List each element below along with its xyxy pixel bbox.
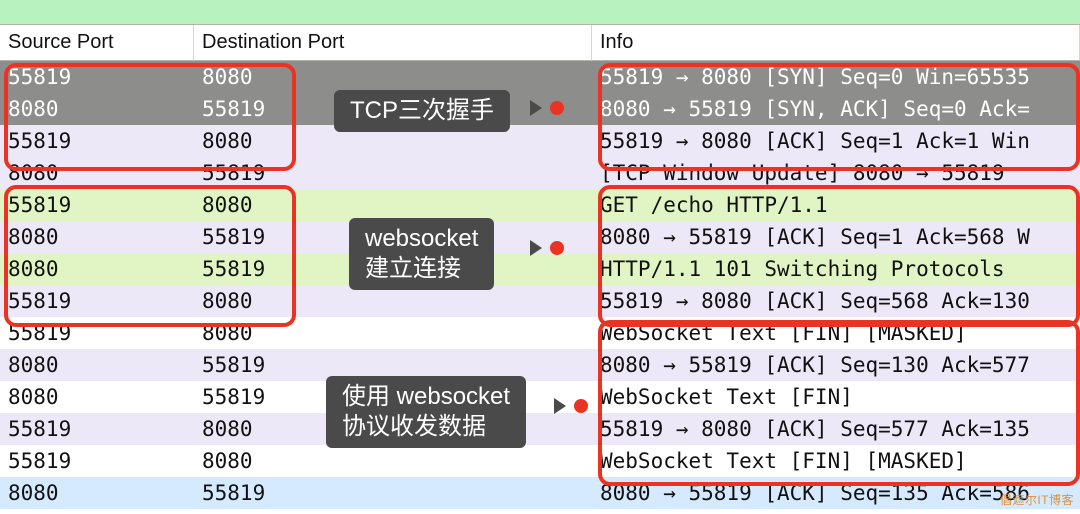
table-row[interactable]: 558198080WebSocket Text [FIN] [MASKED] (0, 317, 1080, 349)
header-source-port[interactable]: Source Port (0, 25, 194, 61)
table-row[interactable]: 8080558198080 → 55819 [ACK] Seq=135 Ack=… (0, 477, 1080, 509)
cell-info: 8080 → 55819 [SYN, ACK] Seq=0 Ack= (592, 93, 1080, 125)
cell-source-port: 8080 (0, 477, 194, 509)
cell-source-port: 8080 (0, 157, 194, 189)
cell-info: GET /echo HTTP/1.1 (592, 189, 1080, 221)
table-row[interactable]: 558198080WebSocket Text [FIN] [MASKED] (0, 445, 1080, 477)
filter-bar (0, 0, 1080, 25)
header-info[interactable]: Info (592, 25, 1080, 61)
table-row[interactable]: 55819808055819 → 8080 [ACK] Seq=1 Ack=1 … (0, 125, 1080, 157)
cell-info: 55819 → 8080 [ACK] Seq=568 Ack=130 (592, 285, 1080, 317)
cell-source-port: 8080 (0, 221, 194, 253)
cell-source-port: 8080 (0, 381, 194, 413)
cell-source-port: 8080 (0, 349, 194, 381)
cell-info: WebSocket Text [FIN] [MASKED] (592, 317, 1080, 349)
table-row[interactable]: 55819808055819 → 8080 [ACK] Seq=577 Ack=… (0, 413, 1080, 445)
cell-info: 55819 → 8080 [ACK] Seq=577 Ack=135 (592, 413, 1080, 445)
cell-info: WebSocket Text [FIN] [MASKED] (592, 445, 1080, 477)
cell-info: 55819 → 8080 [SYN] Seq=0 Win=65535 (592, 61, 1080, 93)
callout-text: 使用 websocket (342, 382, 510, 412)
cell-source-port: 55819 (0, 189, 194, 221)
table-row[interactable]: 558198080GET /echo HTTP/1.1 (0, 189, 1080, 221)
callout-text: websocket (365, 224, 478, 254)
cell-source-port: 8080 (0, 93, 194, 125)
cell-destination-port: 8080 (194, 61, 592, 93)
cell-destination-port: 55819 (194, 157, 592, 189)
cell-destination-port: 55819 (194, 477, 592, 509)
callout-tail-icon (530, 240, 542, 256)
cell-info: 8080 → 55819 [ACK] Seq=1 Ack=568 W (592, 221, 1080, 253)
cell-source-port: 55819 (0, 125, 194, 157)
table-row[interactable]: 808055819HTTP/1.1 101 Switching Protocol… (0, 253, 1080, 285)
cell-source-port: 55819 (0, 317, 194, 349)
table-row[interactable]: 808055819[TCP Window Update] 8080 → 5581… (0, 157, 1080, 189)
cell-source-port: 8080 (0, 253, 194, 285)
table-row[interactable]: 808055819WebSocket Text [FIN] (0, 381, 1080, 413)
cell-destination-port: 8080 (194, 189, 592, 221)
callout-ws-data: 使用 websocket 协议收发数据 (326, 376, 526, 448)
packet-list-header: Source Port Destination Port Info (0, 25, 1080, 61)
cell-destination-port: 8080 (194, 317, 592, 349)
cell-info: HTTP/1.1 101 Switching Protocols (592, 253, 1080, 285)
table-row[interactable]: 55819808055819 → 8080 [ACK] Seq=568 Ack=… (0, 285, 1080, 317)
cell-source-port: 55819 (0, 285, 194, 317)
cell-info: [TCP Window Update] 8080 → 55819 (592, 157, 1080, 189)
cell-source-port: 55819 (0, 413, 194, 445)
cell-info: WebSocket Text [FIN] (592, 381, 1080, 413)
packet-list: 55819808055819 → 8080 [SYN] Seq=0 Win=65… (0, 61, 1080, 509)
cell-info: 8080 → 55819 [ACK] Seq=130 Ack=577 (592, 349, 1080, 381)
cell-destination-port: 8080 (194, 445, 592, 477)
callout-text: TCP三次握手 (350, 97, 494, 124)
callout-tail-icon (554, 398, 566, 414)
table-row[interactable]: 8080558198080 → 55819 [ACK] Seq=130 Ack=… (0, 349, 1080, 381)
callout-tail-icon (530, 100, 542, 116)
callout-ws-establish: websocket 建立连接 (349, 218, 494, 290)
header-destination-port[interactable]: Destination Port (194, 25, 592, 61)
callout-text: 建立连接 (365, 254, 478, 284)
cell-source-port: 55819 (0, 445, 194, 477)
cell-info: 55819 → 8080 [ACK] Seq=1 Ack=1 Win (592, 125, 1080, 157)
cell-info: 8080 → 55819 [ACK] Seq=135 Ack=586 (592, 477, 1080, 509)
cell-source-port: 55819 (0, 61, 194, 93)
callout-tcp-handshake: TCP三次握手 (334, 90, 510, 132)
callout-text: 协议收发数据 (342, 412, 510, 442)
table-row[interactable]: 55819808055819 → 8080 [SYN] Seq=0 Win=65… (0, 61, 1080, 93)
